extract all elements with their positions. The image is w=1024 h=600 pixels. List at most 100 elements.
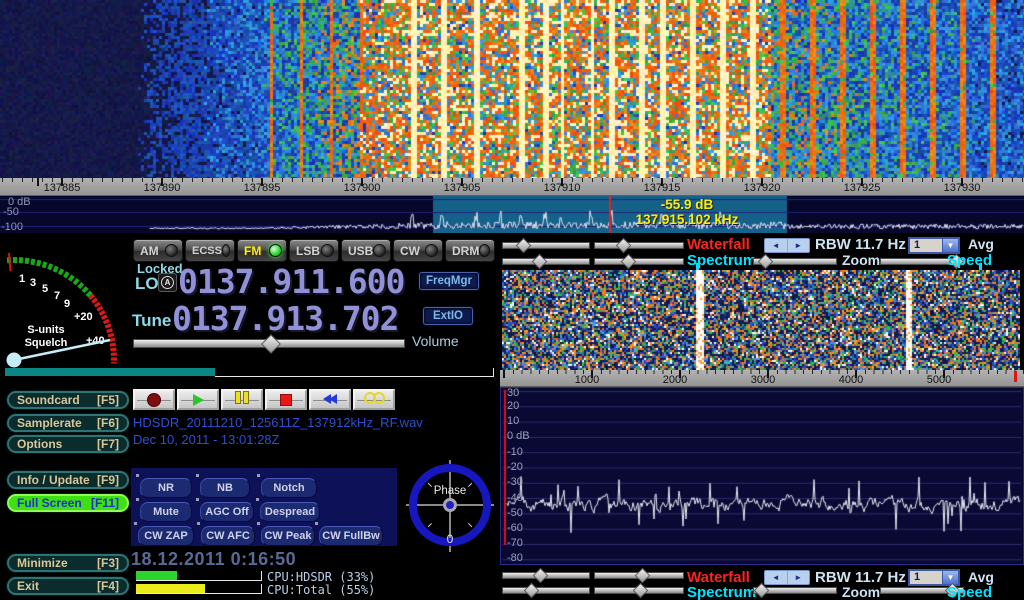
button-hotkey: [F9] [97, 473, 119, 487]
spinner-right-icon[interactable]: ► [788, 239, 810, 252]
audio-frequency-ruler[interactable]: 1000 2000 3000 4000 5000 [500, 370, 1024, 387]
slider-thumb[interactable] [632, 583, 648, 599]
record-button[interactable] [133, 389, 175, 410]
main-waterfall-display[interactable] [0, 0, 1024, 178]
spectrum-range-slider[interactable] [502, 257, 590, 266]
notch-button[interactable]: Notch [261, 478, 317, 498]
tune-frequency-display[interactable]: 0137.913.702 [172, 302, 398, 335]
lo-frequency-display[interactable]: 0137.911.600 [178, 265, 404, 298]
nr-button[interactable]: NR [140, 478, 192, 498]
waterfall-contrast-slider[interactable] [502, 241, 590, 250]
slider-thumb[interactable] [531, 254, 547, 270]
audio-spectrum-display[interactable]: 30 20 10 0 dB -10 -20 -30 -40 -50 -60 -7… [500, 387, 1024, 565]
playback-progress-bar[interactable] [5, 368, 494, 376]
options-button[interactable]: Options[F7] [7, 435, 129, 453]
slider-thumb[interactable] [757, 254, 773, 270]
main-frequency-ruler[interactable]: 137885 137890 137895 137900 137905 13791… [0, 178, 1024, 196]
db-scale-label: -50 [3, 207, 19, 218]
zoom-slider-top[interactable] [753, 257, 837, 266]
volume-slider[interactable] [133, 338, 405, 349]
cursor-readout: -55.9 dB 137.915.102 kHz [612, 197, 762, 227]
slider-track[interactable] [594, 242, 684, 249]
spinner-right-icon[interactable]: ► [788, 571, 810, 584]
mode-button-drm[interactable]: DRM [445, 239, 495, 262]
band-marker [696, 263, 699, 270]
samplerate-button[interactable]: Samplerate[F6] [7, 414, 129, 432]
slider-track[interactable] [502, 587, 590, 594]
mode-button-lsb[interactable]: LSB [289, 239, 339, 262]
info-update-button[interactable]: Info / Update [F9] [7, 471, 129, 489]
zoom-label-bottom: Zoom [842, 584, 880, 600]
mode-button-usb[interactable]: USB [341, 239, 391, 262]
lo-a-button[interactable]: A [158, 273, 177, 292]
freqmgr-button[interactable]: FreqMgr [419, 272, 479, 290]
zoom-slider-bottom[interactable] [753, 586, 837, 595]
extio-button[interactable]: ExtIO [423, 307, 473, 325]
freq-tick-label: 3000 [733, 374, 793, 386]
dropdown-arrow-icon[interactable]: ▼ [942, 239, 958, 252]
despread-button[interactable]: Despread [260, 502, 320, 522]
mute-button[interactable]: Mute [140, 502, 192, 522]
mode-button-cw[interactable]: CW [393, 239, 443, 262]
spectrum-offset-slider[interactable] [594, 257, 684, 266]
stop-button[interactable] [265, 389, 307, 410]
slider-thumb[interactable] [616, 238, 632, 254]
s-meter-gauge[interactable]: 1 3 5 7 9 +20 +40 S-units Squelch [2, 238, 128, 368]
mode-button-fm[interactable]: FM [237, 239, 287, 262]
mode-label: CW [400, 244, 425, 258]
smeter-tick: 5 [42, 283, 48, 295]
button-label: Info / Update [17, 473, 90, 487]
spectrum-range-slider-bottom[interactable] [502, 586, 590, 595]
loop-button[interactable] [353, 389, 395, 410]
audio-spectrum-canvas[interactable] [501, 388, 1023, 564]
db-scale-label: 10 [507, 416, 519, 427]
spinner-left-icon[interactable]: ◄ [765, 239, 788, 252]
db-scale-label: -30 [507, 477, 523, 488]
volume-slider-thumb[interactable] [261, 334, 281, 354]
cw-zap-button[interactable]: CW ZAP [138, 526, 194, 546]
mode-label: ECSS [192, 245, 222, 257]
rbw-spinner-top[interactable]: ◄ ► [764, 238, 810, 253]
rewind-button[interactable] [309, 389, 351, 410]
minimize-button[interactable]: Minimize[F3] [7, 554, 129, 572]
mode-button-ecss[interactable]: ECSS [185, 239, 235, 262]
waterfall-brightness-slider[interactable] [594, 241, 684, 250]
spectrum-offset-slider-bottom[interactable] [594, 586, 684, 595]
overview-spectrum[interactable]: 0 dB -50 -100 -55.9 dB 137.915.102 kHz [0, 196, 1024, 233]
waterfall-brightness-slider-bottom[interactable] [594, 571, 684, 580]
overview-spectrum-canvas[interactable] [0, 196, 1024, 233]
audio-waterfall-display[interactable] [502, 270, 1020, 370]
cw-fullbw-button[interactable]: CW FullBw [319, 526, 383, 546]
mode-led-icon [425, 244, 438, 257]
mode-led-icon [222, 244, 230, 257]
mode-button-am[interactable]: AM [133, 239, 183, 262]
cw-afc-button[interactable]: CW AFC [201, 526, 255, 546]
play-button[interactable] [177, 389, 219, 410]
slider-thumb[interactable] [621, 254, 637, 270]
mode-label: USB [348, 244, 373, 258]
slider-thumb[interactable] [523, 583, 539, 599]
button-label: Full Screen [17, 496, 82, 510]
nb-button[interactable]: NB [200, 478, 250, 498]
pause-button[interactable] [221, 389, 263, 410]
slider-thumb[interactable] [533, 568, 549, 584]
dropdown-arrow-icon[interactable]: ▼ [942, 571, 958, 584]
slider-track[interactable] [594, 258, 684, 265]
slider-thumb[interactable] [635, 568, 651, 584]
spinner-left-icon[interactable]: ◄ [765, 571, 788, 584]
waterfall-contrast-slider-bottom[interactable] [502, 571, 590, 580]
cw-peak-button[interactable]: CW Peak [261, 526, 315, 546]
freq-tick-label: 137920 [727, 182, 797, 194]
slider-thumb[interactable] [516, 238, 532, 254]
phase-value: 0 [447, 532, 454, 546]
smeter-tick: +20 [74, 311, 93, 323]
db-scale-label: -50 [507, 508, 523, 519]
rbw-spinner-bottom[interactable]: ◄ ► [764, 570, 810, 585]
exit-button[interactable]: Exit[F4] [7, 577, 129, 595]
agc-button[interactable]: AGC Off [200, 502, 254, 522]
mode-label: DRM [452, 244, 479, 258]
smeter-units-label: S-units [27, 324, 64, 336]
full-screen-button[interactable]: Full Screen[F11] [7, 494, 129, 512]
smeter-tick: 9 [64, 298, 70, 310]
soundcard-button[interactable]: Soundcard[F5] [7, 391, 129, 409]
